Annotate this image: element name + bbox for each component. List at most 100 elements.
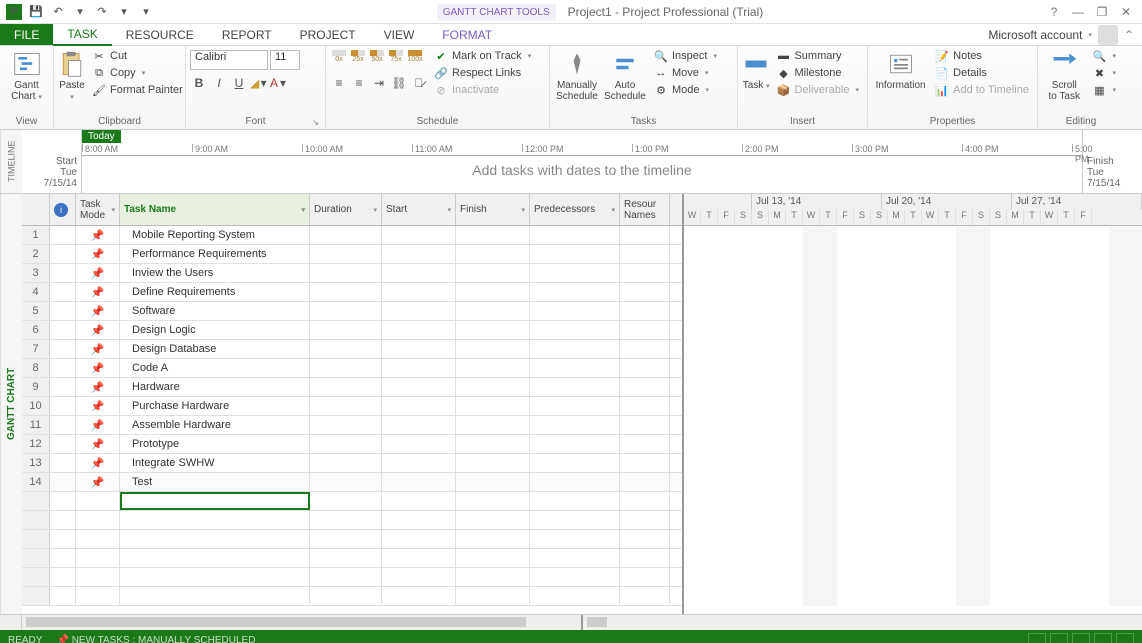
pct75-button[interactable]: 75x [387,50,405,70]
cell-predecessors[interactable] [530,359,620,377]
cell-predecessors[interactable] [530,416,620,434]
cell-task-name[interactable]: Code A [120,359,310,377]
cell-finish[interactable] [456,378,530,396]
pct50-button[interactable]: 50x [368,50,386,70]
minimize-icon[interactable]: — [1070,5,1086,19]
save-icon[interactable]: 💾 [28,4,44,20]
cell-duration[interactable] [310,226,382,244]
cell-start[interactable] [382,378,456,396]
col-predecessors[interactable]: Predecessors▾ [530,194,620,225]
mode-button[interactable]: ⚙Mode▾ [650,82,721,98]
cell-predecessors[interactable] [530,264,620,282]
table-row[interactable] [22,568,682,587]
font-dialog-launcher[interactable]: ↘ [312,118,319,127]
table-row[interactable]: 1📌Mobile Reporting System [22,226,682,245]
col-task-mode[interactable]: TaskMode▾ [76,194,120,225]
tab-view[interactable]: VIEW [370,24,429,45]
table-row[interactable]: 13📌Integrate SWHW [22,454,682,473]
cell-task-name[interactable]: Design Logic [120,321,310,339]
cell-task-name[interactable]: Mobile Reporting System [120,226,310,244]
format-painter-button[interactable]: 🖌Format Painter [88,82,187,98]
table-row[interactable]: 8📌Code A [22,359,682,378]
cell-start[interactable] [382,473,456,491]
cell-indicator[interactable] [50,454,76,472]
cell-duration[interactable] [310,321,382,339]
cell-duration[interactable] [310,473,382,491]
cell-task-name[interactable]: Design Database [120,340,310,358]
status-new-tasks[interactable]: 📌 NEW TASKS : MANUALLY SCHEDULED [56,635,255,643]
add-to-timeline-button[interactable]: 📊Add to Timeline [931,82,1033,98]
cell-finish[interactable] [456,302,530,320]
active-cell[interactable] [120,492,310,510]
cell-finish[interactable] [456,340,530,358]
cell-task-mode[interactable]: 📌 [76,321,120,339]
cell-predecessors[interactable] [530,302,620,320]
outdent-button[interactable]: ≡ [330,74,348,92]
cell-start[interactable] [382,283,456,301]
cell-resources[interactable] [620,264,670,282]
cell-finish[interactable] [456,283,530,301]
cell-task-mode[interactable]: 📌 [76,302,120,320]
cell-task-mode[interactable]: 📌 [76,264,120,282]
font-color-button[interactable]: A▾ [270,74,288,92]
details-button[interactable]: 📄Details [931,65,1033,81]
cell-start[interactable] [382,359,456,377]
cell-task-mode[interactable]: 📌 [76,416,120,434]
row-index[interactable]: 7 [22,340,50,358]
bold-button[interactable]: B [190,74,208,92]
row-index[interactable]: 4 [22,283,50,301]
cell-predecessors[interactable] [530,321,620,339]
cell-predecessors[interactable] [530,245,620,263]
cell-predecessors[interactable] [530,340,620,358]
cell-indicator[interactable] [50,359,76,377]
cell-task-mode[interactable]: 📌 [76,473,120,491]
paste-button[interactable]: Paste ▾ [58,48,86,103]
split-button[interactable]: ⇥ [370,74,388,92]
table-row[interactable]: 5📌Software [22,302,682,321]
cell-finish[interactable] [456,454,530,472]
row-index[interactable]: 1 [22,226,50,244]
cell-task-name[interactable]: Test [120,473,310,491]
row-index[interactable]: 11 [22,416,50,434]
cell-task-name[interactable]: Inview the Users [120,264,310,282]
view-team-planner-icon[interactable] [1072,633,1090,643]
cell-resources[interactable] [620,473,670,491]
cell-task-mode[interactable]: 📌 [76,359,120,377]
cell-indicator[interactable] [50,321,76,339]
move-button[interactable]: ↔Move▾ [650,65,721,81]
cell-resources[interactable] [620,340,670,358]
cell-resources[interactable] [620,397,670,415]
cell-duration[interactable] [310,340,382,358]
tab-project[interactable]: PROJECT [286,24,370,45]
copy-button[interactable]: ⧉Copy▾ [88,65,187,81]
unlink-button[interactable]: ⛓̷ [410,74,428,92]
cell-task-name[interactable]: Define Requirements [120,283,310,301]
cell-duration[interactable] [310,454,382,472]
col-duration[interactable]: Duration▾ [310,194,382,225]
cell-start[interactable] [382,302,456,320]
timeline-body[interactable]: Today 8:00 AM 9:00 AM 10:00 AM 11:00 AM … [82,130,1082,193]
view-task-usage-icon[interactable] [1050,633,1068,643]
row-index[interactable]: 3 [22,264,50,282]
cell-resources[interactable] [620,378,670,396]
cell-start[interactable] [382,435,456,453]
col-task-name[interactable]: Task Name▾ [120,194,310,225]
table-row[interactable]: 6📌Design Logic [22,321,682,340]
cell-predecessors[interactable] [530,435,620,453]
cut-button[interactable]: ✂Cut [88,48,187,64]
cell-start[interactable] [382,226,456,244]
col-resource-names[interactable]: ResourNames [620,194,670,225]
table-row[interactable]: 4📌Define Requirements [22,283,682,302]
pct25-button[interactable]: 25x [349,50,367,70]
cell-task-name[interactable]: Prototype [120,435,310,453]
table-row[interactable] [22,530,682,549]
cell-duration[interactable] [310,416,382,434]
cell-duration[interactable] [310,283,382,301]
cell-finish[interactable] [456,264,530,282]
cell-resources[interactable] [620,302,670,320]
tab-format[interactable]: FORMAT [428,24,506,45]
cell-predecessors[interactable] [530,283,620,301]
cell-duration[interactable] [310,302,382,320]
cell-resources[interactable] [620,283,670,301]
cell-duration[interactable] [310,397,382,415]
